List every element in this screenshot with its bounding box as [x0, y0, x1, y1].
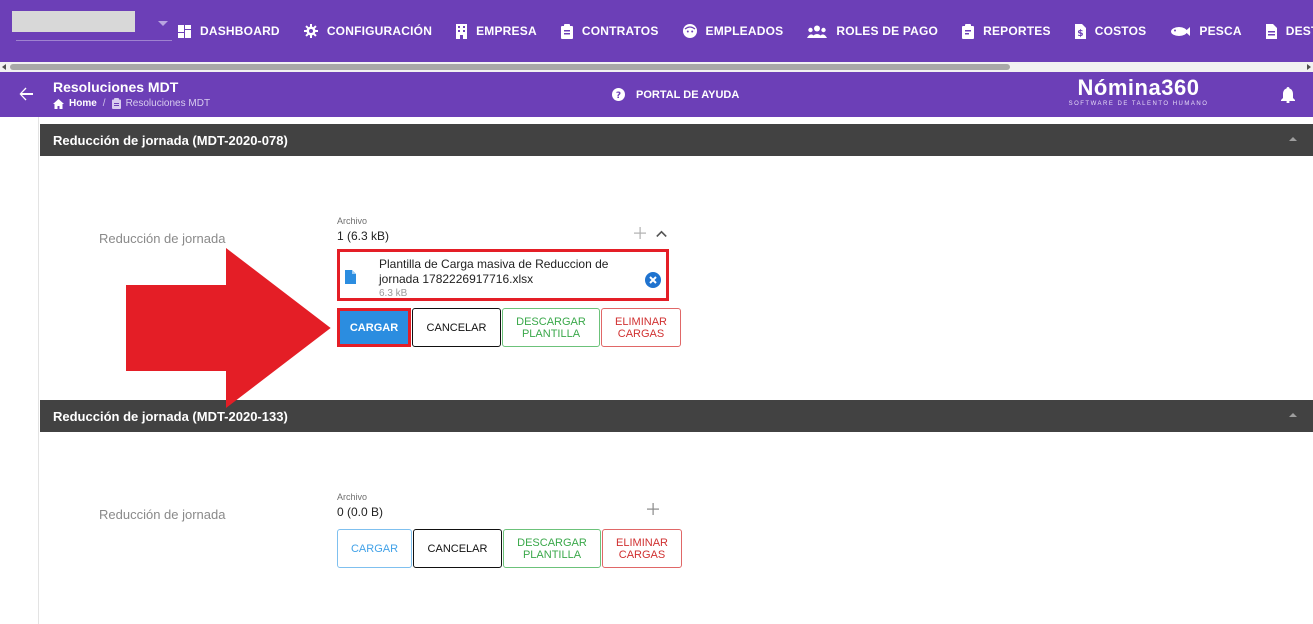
nav-label: EMPRESA: [476, 24, 537, 38]
scroll-left-icon[interactable]: [2, 64, 6, 70]
nav-label: COSTOS: [1094, 24, 1147, 38]
scroll-right-icon[interactable]: [1307, 64, 1311, 70]
logo: Nómina360 SOFTWARE DE TALENTO HUMANO: [1066, 76, 1211, 108]
nav-label: DESTAJO: [1285, 24, 1313, 38]
section-title: Reducción de jornada (MDT-2020-078): [53, 133, 288, 148]
nav-label: EMPLEADOS: [705, 24, 784, 38]
page-header: Resoluciones MDT Home / Resoluciones MDT…: [0, 72, 1313, 117]
logo-main-text: Nómina360: [1077, 75, 1200, 100]
descargar-plantilla-button[interactable]: DESCARGAR PLANTILLA: [503, 529, 601, 568]
file-icon: [345, 270, 356, 284]
company-name-redacted: [12, 11, 135, 32]
nav-label: CONFIGURACIÓN: [326, 24, 433, 38]
descargar-plantilla-button[interactable]: DESCARGAR PLANTILLA: [502, 308, 600, 347]
nav-label: CONTRATOS: [581, 24, 659, 38]
document-icon: [1265, 23, 1277, 39]
remove-file-icon[interactable]: [645, 272, 661, 288]
company-select[interactable]: [12, 11, 172, 41]
section-title: Reducción de jornada (MDT-2020-133): [53, 409, 288, 424]
chevron-up-icon[interactable]: [656, 230, 667, 237]
dollar-doc-icon: $: [1074, 23, 1086, 39]
nav-item-destajo[interactable]: DESTAJO: [1265, 23, 1313, 39]
nav-label: PESCA: [1199, 24, 1242, 38]
annotation-arrow: [126, 248, 331, 409]
company-select-underline: [16, 40, 172, 41]
page-title: Resoluciones MDT: [53, 79, 179, 95]
home-icon: [53, 98, 64, 109]
nav-item-reportes[interactable]: REPORTES: [962, 23, 1051, 39]
breadcrumb-current: Resoluciones MDT: [125, 98, 211, 109]
chevron-up-icon[interactable]: [1289, 413, 1297, 417]
file-actions: [634, 227, 669, 239]
people-icon: [807, 25, 828, 38]
row-label: Reducción de jornada: [99, 507, 226, 522]
chevron-up-icon[interactable]: [1289, 137, 1297, 141]
upload-actions: CARGAR CANCELAR DESCARGAR PLANTILLA ELIM…: [337, 529, 682, 568]
scrollbar-thumb[interactable]: [10, 64, 1010, 70]
nav-label: DASHBOARD: [200, 24, 280, 38]
nav-item-empleados[interactable]: EMPLEADOS: [682, 24, 784, 38]
file-count: 0 (0.0 B): [337, 505, 384, 519]
nav-item-pesca[interactable]: PESCA: [1170, 24, 1242, 38]
upload-actions: CARGAR CANCELAR DESCARGAR PLANTILLA ELIM…: [337, 308, 681, 347]
eliminar-cargas-button[interactable]: ELIMINAR CARGAS: [602, 529, 682, 568]
eliminar-cargas-button[interactable]: ELIMINAR CARGAS: [601, 308, 681, 347]
chevron-down-icon: [158, 21, 168, 26]
file-actions: [647, 503, 669, 515]
file-size: 6.3 kB: [379, 288, 408, 299]
nav-item-dashboard[interactable]: DASHBOARD: [178, 24, 280, 38]
help-portal-link[interactable]: ? PORTAL DE AYUDA: [612, 88, 739, 101]
clipboard-icon: [111, 98, 121, 109]
back-arrow-icon[interactable]: [18, 86, 34, 102]
nav-menu: DASHBOARD CONFIGURACIÓN EMPRESA CONTRATO…: [178, 0, 1313, 62]
cargar-button[interactable]: CARGAR: [337, 529, 412, 568]
file-input[interactable]: Archivo 0 (0.0 B): [337, 492, 669, 526]
nav-item-empresa[interactable]: EMPRESA: [456, 23, 537, 39]
file-name: Plantilla de Carga masiva de Reduccion d…: [379, 257, 609, 286]
cancelar-button[interactable]: CANCELAR: [412, 308, 501, 347]
selected-file-item[interactable]: Plantilla de Carga masiva de Reduccion d…: [337, 249, 669, 301]
face-icon: [682, 24, 697, 38]
logo-subtitle: SOFTWARE DE TALENTO HUMANO: [1068, 101, 1209, 107]
clipboard-icon: [560, 23, 573, 39]
plus-icon[interactable]: [647, 503, 659, 515]
fish-icon: [1171, 26, 1191, 36]
bell-icon[interactable]: [1281, 87, 1295, 103]
plus-icon[interactable]: [634, 227, 646, 239]
breadcrumb-home[interactable]: Home: [69, 98, 97, 109]
svg-text:?: ?: [616, 91, 621, 101]
section-header-mdt-2020-078[interactable]: Reducción de jornada (MDT-2020-078): [40, 124, 1313, 156]
file-count: 1 (6.3 kB): [337, 229, 390, 243]
top-navbar: DASHBOARD CONFIGURACIÓN EMPRESA CONTRATO…: [0, 0, 1313, 62]
nav-item-costos[interactable]: $ COSTOS: [1074, 23, 1147, 39]
file-caption: Archivo: [337, 492, 368, 502]
nav-item-configuracion[interactable]: CONFIGURACIÓN: [303, 24, 433, 38]
breadcrumb-separator: /: [102, 98, 106, 109]
breadcrumb: Home / Resoluciones MDT: [53, 98, 210, 109]
report-icon: [962, 23, 975, 39]
svg-text:$: $: [1077, 29, 1083, 39]
dashboard-icon: [178, 24, 191, 38]
nav-item-roles-de-pago[interactable]: ROLES DE PAGO: [807, 24, 938, 38]
help-label: PORTAL DE AYUDA: [636, 88, 740, 101]
file-input[interactable]: Archivo 1 (6.3 kB) Plantilla de Carga ma…: [337, 216, 669, 306]
horizontal-scrollbar[interactable]: [0, 62, 1313, 72]
row-label: Reducción de jornada: [99, 231, 226, 246]
help-icon: ?: [612, 88, 625, 101]
file-caption: Archivo: [337, 216, 368, 226]
nav-item-contratos[interactable]: CONTRATOS: [560, 23, 659, 39]
gear-icon: [303, 24, 318, 38]
cancelar-button[interactable]: CANCELAR: [413, 529, 502, 568]
building-icon: [456, 23, 468, 39]
nav-label: ROLES DE PAGO: [836, 24, 939, 38]
nav-label: REPORTES: [983, 24, 1051, 38]
cargar-button[interactable]: CARGAR: [337, 308, 411, 347]
